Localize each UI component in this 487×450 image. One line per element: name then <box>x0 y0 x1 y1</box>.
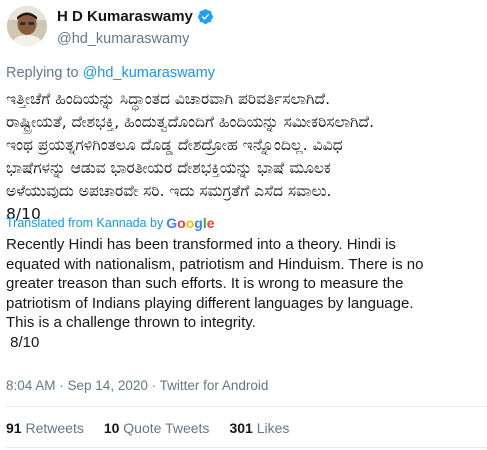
translated-text-line: Recently Hindi has been transformed into… <box>6 236 396 253</box>
likes-stat[interactable]: 301 Likes <box>229 420 289 436</box>
tweet-text-line: ರಾಷ್ಟ್ರೀಯತೆ, ದೇಶಭಕ್ತಿ, ಹಿಂದುತ್ವದೊಂದಿಗೆ ಹ… <box>6 113 375 131</box>
quote-tweets-label: Quote Tweets <box>123 420 210 436</box>
engagement-stats: 91 Retweets 10 Quote Tweets 301 Likes <box>6 420 309 436</box>
translated-text: Recently Hindi has been transformed into… <box>6 235 484 353</box>
retweets-label: Retweets <box>25 420 84 436</box>
translated-text-line: patriotism of Indians playing different … <box>6 294 414 312</box>
translated-text-line: greater treason than such efforts. It is… <box>6 275 404 293</box>
quote-tweets-count: 10 <box>103 420 120 436</box>
translated-text-line: This is a challenge thrown to integrity. <box>6 314 256 332</box>
likes-label: Likes <box>256 420 290 436</box>
divider <box>6 447 487 448</box>
translated-text-line: equated with nationalism, patriotism and… <box>6 255 424 273</box>
tweet: H D Kumaraswamy @hd_kumaraswamy Replying… <box>0 0 487 450</box>
google-logo: Google <box>166 215 215 231</box>
avatar[interactable] <box>7 6 47 46</box>
verified-badge-icon <box>197 9 213 24</box>
tweet-timestamp[interactable]: 8:04 AM · Sep 14, 2020 · Twitter for And… <box>6 378 268 393</box>
likes-count: 301 <box>229 420 253 436</box>
author-name-row[interactable]: H D Kumaraswamy <box>57 8 214 25</box>
profile-photo <box>7 6 47 46</box>
translated-by-label: Translated from Kannada by <box>6 216 164 230</box>
quote-tweets-stat[interactable]: 10 Quote Tweets <box>104 420 210 436</box>
tweet-text: ಇತ್ತೀಚೆಗೆ ಹಿಂದಿಯನ್ನು ಸಿದ್ಧಾಂತದ ವಿಚಾರವಾಗಿ… <box>6 88 482 226</box>
retweets-count: 91 <box>6 420 22 436</box>
tweet-text-line: ಇತ್ತೀಚೆಗೆ ಹಿಂದಿಯನ್ನು ಸಿದ್ಧಾಂತದ ವಿಚಾರವಾಗಿ… <box>6 90 331 108</box>
translated-text-line: 8/10 <box>6 333 40 351</box>
translated-by-link[interactable]: Translated from Kannada by Google <box>6 215 215 231</box>
tweet-text-line: ಅಳೆಯುವುದು ಅಪಚಾರವೇ ಸರಿ. ಇದು ಸಮಗ್ರತೆಗೆ ಎಸೆ… <box>6 182 332 200</box>
replying-to: Replying to @hd_kumaraswamy <box>6 65 215 81</box>
author-handle[interactable]: @hd_kumaraswamy <box>57 31 189 47</box>
replying-to-label: Replying to <box>6 65 79 81</box>
tweet-text-line: ಇಂಥ ಪ್ರಯತ್ನಗಳಿಗಿಂತಲೂ ದೊಡ್ಡ ದೇಶದ್ರೋಹ ಇನ್ನ… <box>6 136 343 154</box>
retweets-stat[interactable]: 91 Retweets <box>6 420 84 436</box>
divider <box>6 406 487 407</box>
author-display-name[interactable]: H D Kumaraswamy <box>57 8 193 25</box>
tweet-text-line: ಭಾಷೆಗಳನ್ನು ಆಡುವ ಭಾರತೀಯರ ದೇಶಭಕ್ತಿಯನ್ನು ಭಾ… <box>6 159 331 177</box>
replying-to-handle-link[interactable]: @hd_kumaraswamy <box>83 65 215 81</box>
